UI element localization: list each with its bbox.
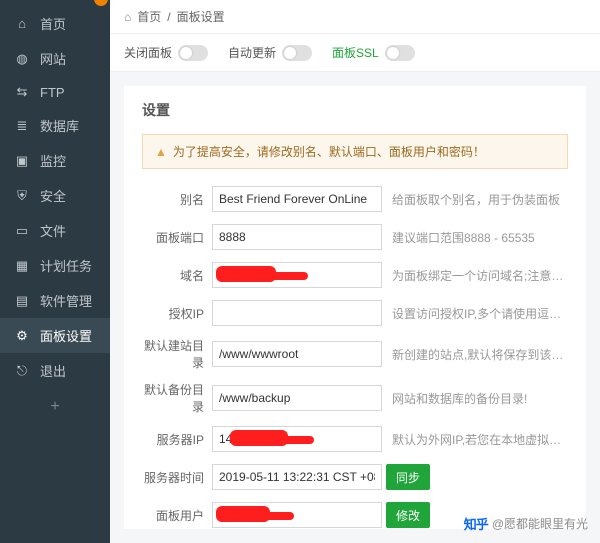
field-label: 服务器IP [142, 431, 212, 448]
alert-text: 为了提高安全，请修改别名、默认端口、面板用户和密码！ [173, 143, 485, 160]
sidebar-item-label: FTP [40, 85, 65, 100]
toolbar: 关闭面板 自动更新 面板SSL [110, 34, 600, 72]
calendar-icon: ▦ [14, 258, 30, 274]
sidebar-item-label: 首页 [40, 14, 66, 33]
breadcrumb-current: 面板设置 [177, 8, 225, 25]
field-hint: 给面板取个别名，用于伪装面板 [392, 191, 568, 208]
field-hint: 默认为外网IP,若您在本地虚拟机测试，请填写虚拟机内网IP! [392, 431, 568, 448]
field-label: 服务器时间 [142, 469, 212, 486]
row-port: 面板端口 建议端口范围8888 - 65535 [142, 223, 568, 251]
field-label: 授权IP [142, 305, 212, 322]
main: ⌂ 首页 / 面板设置 关闭面板 自动更新 面板SSL 设置 ▲ 为了提高安全，… [110, 0, 600, 543]
toggle-close-panel: 关闭面板 [124, 44, 208, 61]
settings-panel: 设置 ▲ 为了提高安全，请修改别名、默认端口、面板用户和密码！ 别名 给面板取个… [124, 86, 586, 529]
toggle-label: 关闭面板 [124, 44, 172, 61]
field-label: 别名 [142, 191, 212, 208]
field-hint: 新创建的站点,默认将保存到该目录的下级目录! [392, 346, 568, 363]
sidebar-item-label: 安全 [40, 186, 66, 205]
sidebar-item-exit[interactable]: ⎋ 退出 [0, 353, 110, 388]
toggle-auto-update: 自动更新 [228, 44, 312, 61]
sidebar-item-cron[interactable]: ▦ 计划任务 [0, 248, 110, 283]
sidebar-item-label: 面板设置 [40, 326, 92, 345]
defbackup-input[interactable] [212, 385, 382, 411]
sidebar-item-ftp[interactable]: ⇆ FTP [0, 76, 110, 108]
warning-icon: ▲ [155, 145, 167, 159]
sidebar-item-monitor[interactable]: ▣ 监控 [0, 143, 110, 178]
database-icon: ≣ [14, 118, 30, 134]
sidebar-item-label: 监控 [40, 151, 66, 170]
field-hint: 网站和数据库的备份目录! [392, 390, 568, 407]
toggle-switch[interactable] [385, 45, 415, 61]
row-domain: 域名 为面板绑定一个访问域名;注意：一旦绑定域名,只能通过域名访问面板 [142, 261, 568, 289]
modify-user-button[interactable]: 修改 [386, 502, 430, 528]
field-hint: 设置访问授权IP,多个请使用逗号(,)隔开;注意：一旦设置授权IP,只有 [392, 305, 568, 322]
row-alias: 别名 给面板取个别名，用于伪装面板 [142, 185, 568, 213]
exit-icon: ⎋ [14, 363, 30, 379]
authip-input[interactable] [212, 300, 382, 326]
zhihu-logo: 知乎 [464, 514, 488, 533]
toggle-label: 自动更新 [228, 44, 276, 61]
toggle-label: 面板SSL [332, 44, 379, 61]
breadcrumb-home[interactable]: 首页 [137, 8, 161, 25]
globe-icon: ◍ [14, 51, 30, 67]
monitor-icon: ▣ [14, 153, 30, 169]
toggle-panel-ssl: 面板SSL [332, 44, 415, 61]
home-icon: ⌂ [14, 16, 30, 31]
row-defbackup: 默认备份目录 网站和数据库的备份目录! [142, 381, 568, 415]
breadcrumb-sep: / [167, 10, 170, 24]
folder-icon: ▭ [14, 223, 30, 239]
sidebar-item-label: 退出 [40, 361, 66, 380]
field-label: 面板端口 [142, 229, 212, 246]
shield-icon: ⛨ [14, 188, 30, 204]
gear-icon: ⚙ [14, 328, 30, 344]
panel-title: 设置 [142, 100, 568, 120]
sidebar-item-database[interactable]: ≣ 数据库 [0, 108, 110, 143]
sidebar: ⌂ 首页 ◍ 网站 ⇆ FTP ≣ 数据库 ▣ 监控 ⛨ 安全 ▭ 文件 ▦ 计划任务 ▤ 软件管… [0, 0, 110, 543]
field-label: 默认备份目录 [142, 381, 212, 415]
sync-button[interactable]: 同步 [386, 464, 430, 490]
sidebar-item-label: 数据库 [40, 116, 79, 135]
sidebar-item-software[interactable]: ▤ 软件管理 [0, 283, 110, 318]
row-servertime: 服务器时间 同步 [142, 463, 568, 491]
field-hint: 为面板绑定一个访问域名;注意：一旦绑定域名,只能通过域名访问面板 [392, 267, 568, 284]
grid-icon: ▤ [14, 293, 30, 309]
alias-input[interactable] [212, 186, 382, 212]
breadcrumb: ⌂ 首页 / 面板设置 [110, 0, 600, 34]
sidebar-item-home[interactable]: ⌂ 首页 [0, 6, 110, 41]
sidebar-item-site[interactable]: ◍ 网站 [0, 41, 110, 76]
watermark: 知乎 @愿都能眼里有光 [464, 514, 588, 533]
sidebar-item-label: 计划任务 [40, 256, 92, 275]
port-input[interactable] [212, 224, 382, 250]
logo-area [0, 0, 110, 6]
field-hint: 建议端口范围8888 - 65535 [392, 229, 568, 246]
security-alert: ▲ 为了提高安全，请修改别名、默认端口、面板用户和密码！ [142, 134, 568, 169]
toggle-switch[interactable] [178, 45, 208, 61]
sidebar-add[interactable]: + [0, 388, 110, 426]
sidebar-item-settings[interactable]: ⚙ 面板设置 [0, 318, 110, 353]
toggle-switch[interactable] [282, 45, 312, 61]
sidebar-item-label: 文件 [40, 221, 66, 240]
sidebar-item-label: 软件管理 [40, 291, 92, 310]
servertime-input[interactable] [212, 464, 382, 490]
row-serverip: 服务器IP 默认为外网IP,若您在本地虚拟机测试，请填写虚拟机内网IP! [142, 425, 568, 453]
defsite-input[interactable] [212, 341, 382, 367]
row-authip: 授权IP 设置访问授权IP,多个请使用逗号(,)隔开;注意：一旦设置授权IP,只… [142, 299, 568, 327]
field-label: 默认建站目录 [142, 337, 212, 371]
row-defsite: 默认建站目录 新创建的站点,默认将保存到该目录的下级目录! [142, 337, 568, 371]
field-label: 面板用户 [142, 507, 212, 524]
sidebar-item-security[interactable]: ⛨ 安全 [0, 178, 110, 213]
sidebar-item-files[interactable]: ▭ 文件 [0, 213, 110, 248]
field-label: 域名 [142, 267, 212, 284]
watermark-user: @愿都能眼里有光 [492, 515, 588, 532]
ftp-icon: ⇆ [14, 84, 30, 100]
sidebar-item-label: 网站 [40, 49, 66, 68]
home-icon: ⌂ [124, 10, 131, 24]
